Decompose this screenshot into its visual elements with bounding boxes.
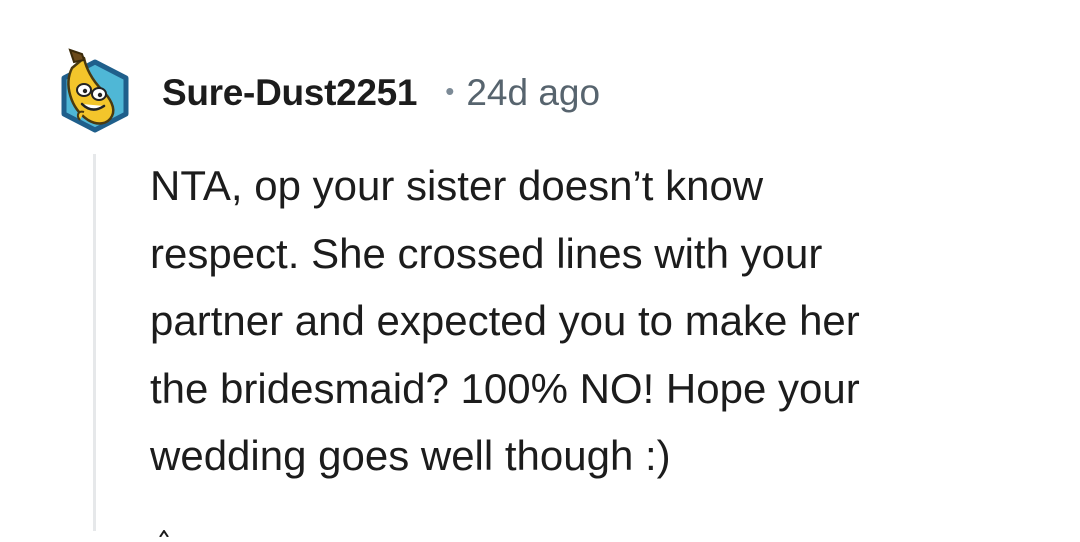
comment-body-line: respect. She crossed lines with your [150,229,823,277]
comment-body-line: the bridesmaid? 100% NO! Hope your [150,364,860,412]
comment-body-line: partner and expected you to make her [150,297,860,344]
comment-body-line: wedding goes well though :) [150,432,671,479]
banana-avatar-icon [61,48,129,133]
comment: Sure-Dust2251 • 24d ago NTA, op your sis… [0,0,1080,538]
comment-timestamp[interactable]: 24d ago [466,72,600,114]
comment-body-line: NTA, op your sister doesn’t know [150,162,764,209]
comment-body: NTA, op your sister doesn’t know respect… [150,152,1030,490]
username-link[interactable]: Sure-Dust2251 [162,72,418,114]
action-bar-icon[interactable] [152,524,192,538]
comment-header: Sure-Dust2251 • 24d ago [162,70,600,116]
meta-separator: • [445,75,455,106]
user-avatar[interactable] [58,44,132,134]
thread-collapse-line[interactable] [93,154,96,531]
